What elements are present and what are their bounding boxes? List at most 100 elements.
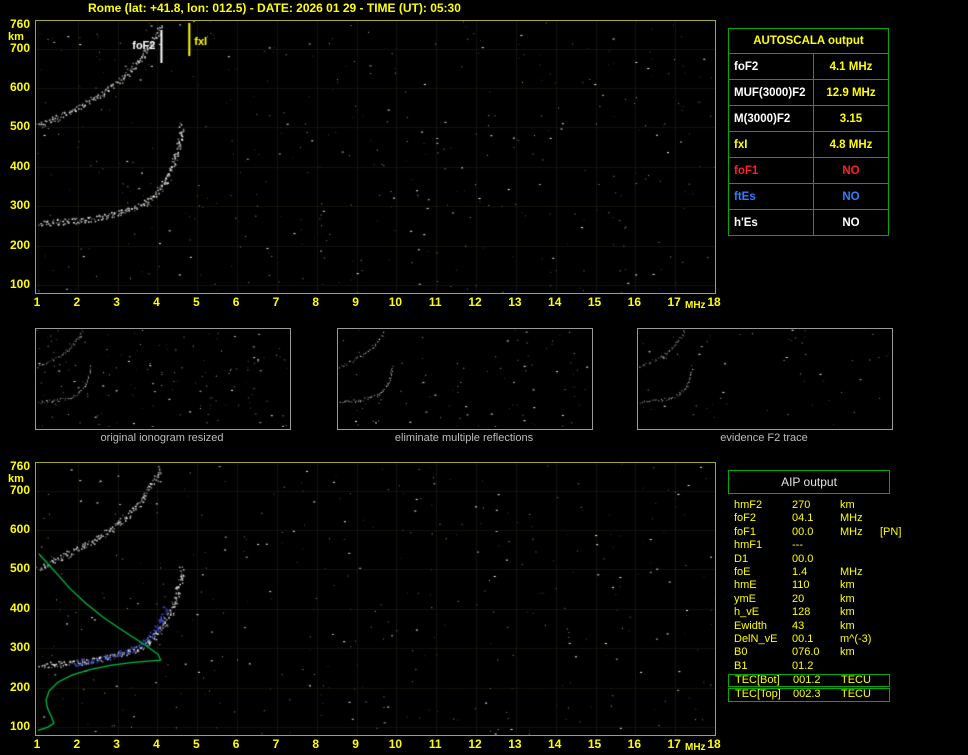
autoscala-row: MUF(3000)F2 12.9 MHz: [728, 79, 889, 106]
top-ionogram-y-tick-label: 100: [9, 277, 30, 292]
thumbnail-caption-evidence: evidence F2 trace: [720, 432, 808, 444]
autoscala-param-value: NO: [813, 157, 889, 184]
aip-param-extra: [880, 646, 890, 659]
autoscala-param-label: fxI: [728, 131, 814, 158]
aip-param-value: 001.2: [793, 674, 821, 687]
aip-param-label: foF1: [734, 525, 757, 538]
aip-param-extra: [880, 620, 890, 633]
aip-param-label: hmF2: [734, 499, 763, 511]
autoscala-param-label: MUF(3000)F2: [728, 79, 814, 106]
autoscala-header-row: AUTOSCALA output: [728, 28, 889, 54]
aip-param-unit: [840, 553, 878, 566]
aip-param-label: hmE: [734, 579, 757, 592]
bottom-ionogram-y-tick-label: 700: [9, 482, 30, 497]
bottom-ionogram-y-tick-label: 200: [9, 679, 30, 694]
aip-param-unit: km: [840, 592, 855, 605]
aip-param-unit: TECU: [841, 688, 871, 701]
bottom-ionogram-x-tick-label: 16: [627, 737, 642, 751]
aip-param-label: foE: [734, 565, 751, 578]
aip-param-unit: MHz: [840, 525, 863, 538]
autoscala-param-value: NO: [813, 209, 889, 236]
thumbnail-caption-original: original ionogram resized: [100, 432, 224, 444]
aip-param-extra: [880, 660, 890, 673]
autoscala-param-value: 12.9 MHz: [813, 79, 889, 106]
bottom-ionogram-y-tick-label: 100: [9, 719, 30, 734]
bottom-ionogram-x-tick-label: 6: [232, 737, 240, 751]
top-ionogram-x-tick-label: 1: [33, 295, 41, 309]
bottom-ionogram-x-tick-label: 7: [272, 737, 280, 751]
top-ionogram-x-tick-label: 11: [428, 295, 442, 309]
aip-param-extra: [880, 606, 890, 619]
aip-param-extra: [880, 512, 890, 525]
aip-rows: hmF2 270 km foF2 04.1 MHz foF1 00.0 MHz [PN] hmF1 -…: [728, 499, 901, 702]
top-ionogram-x-tick-label: 18: [707, 295, 721, 309]
aip-row: Ewidth 43 km: [728, 620, 890, 633]
aip-param-label: ymE: [734, 592, 756, 605]
thumbnail-eliminate-multiples: [337, 328, 593, 430]
aip-param-value: ---: [792, 539, 803, 552]
autoscala-row: foF2 4.1 MHz: [728, 53, 889, 80]
bottom-ionogram-x-axis-unit: MHz: [685, 742, 706, 753]
aip-row: D1 00.0: [728, 553, 890, 566]
top-ionogram-y-tick-label: 500: [9, 119, 30, 134]
aip-param-unit: MHz: [840, 565, 863, 578]
top-ionogram-x-tick-label: 3: [113, 295, 120, 309]
bottom-ionogram-y-tick-label: 300: [9, 640, 30, 655]
aip-param-label: D1: [734, 552, 749, 565]
thumbnail-evidence-f2: [637, 328, 893, 430]
top-ionogram-x-tick-label: 10: [388, 295, 403, 309]
bottom-ionogram-x-tick-label: 11: [428, 737, 442, 751]
aip-param-unit: [840, 660, 878, 673]
top-ionogram-y-tick-label: 600: [9, 80, 30, 94]
aip-param-value: 00.1: [792, 632, 814, 645]
bottom-ionogram-x-tick-label: 14: [548, 737, 562, 751]
aip-param-label: B1: [734, 659, 748, 672]
autoscala-row: ftEs NO: [728, 183, 889, 210]
aip-row: DelN_vE 00.1 m^(-3): [728, 633, 890, 646]
aip-param-label: TEC[Bot]: [735, 674, 780, 687]
aip-row: TEC[Bot] 001.2 TECU: [728, 674, 890, 688]
aip-param-label: TEC[Top]: [735, 688, 781, 701]
autoscala-table-title: AUTOSCALA output: [728, 28, 889, 54]
aip-param-extra: [880, 579, 890, 592]
autoscala-param-value: 4.8 MHz: [813, 131, 889, 158]
aip-param-extra: [880, 633, 890, 646]
bottom-ionogram-x-tick-label: 3: [113, 737, 120, 751]
bottom-ionogram-x-tick-label: 2: [73, 737, 81, 751]
autoscala-param-label: h'Es: [728, 209, 814, 236]
top-ionogram-x-tick-label: 13: [508, 295, 522, 309]
aip-row: B0 076.0 km: [728, 646, 890, 659]
aip-param-label: DelN_vE: [734, 632, 778, 645]
bottom-ionogram-x-tick-label: 10: [388, 737, 403, 751]
top-ionogram-x-tick-label: 6: [232, 295, 240, 309]
aip-param-value: 43: [792, 619, 805, 632]
top-ionogram-x-axis-unit: MHz: [685, 300, 706, 311]
top-ionogram-x-tick-label: 8: [312, 295, 320, 309]
autoscala-param-value: NO: [813, 183, 889, 210]
autoscala-param-label: M(3000)F2: [728, 105, 814, 132]
top-ionogram-x-tick-label: 2: [73, 295, 81, 309]
bottom-ionogram-y-axis-unit: km: [8, 472, 24, 485]
aip-row: ymE 20 km: [728, 593, 890, 606]
aip-param-value: 01.2: [792, 659, 814, 672]
top-ionogram-x-tick-label: 16: [627, 295, 642, 309]
aip-param-value: 270: [792, 499, 811, 511]
aip-param-label: h_vE: [734, 606, 760, 619]
aip-param-value: 20: [792, 592, 805, 605]
autoscala-row: M(3000)F2 3.15: [728, 105, 889, 132]
bottom-ionogram-y-tick-label: 500: [9, 561, 30, 576]
top-ionogram-y-axis-unit: km: [8, 30, 24, 43]
bottom-ionogram-x-tick-label: 12: [468, 737, 482, 751]
bottom-ionogram-y-tick-label: 760: [9, 458, 30, 473]
aip-param-label: B0: [734, 646, 748, 659]
thumbnail-eliminate-canvas: [338, 329, 590, 427]
aip-param-unit: TECU: [841, 674, 871, 687]
aip-param-unit: km: [840, 579, 855, 592]
aip-param-extra: [880, 553, 890, 566]
aip-param-label: Ewidth: [734, 619, 768, 632]
aip-param-extra: [880, 566, 890, 579]
aip-param-unit: MHz: [840, 512, 863, 525]
bottom-ionogram-x-tick-label: 13: [508, 737, 522, 751]
aip-row: B1 01.2: [728, 660, 890, 673]
top-ionogram-x-tick-label: 15: [587, 295, 602, 309]
